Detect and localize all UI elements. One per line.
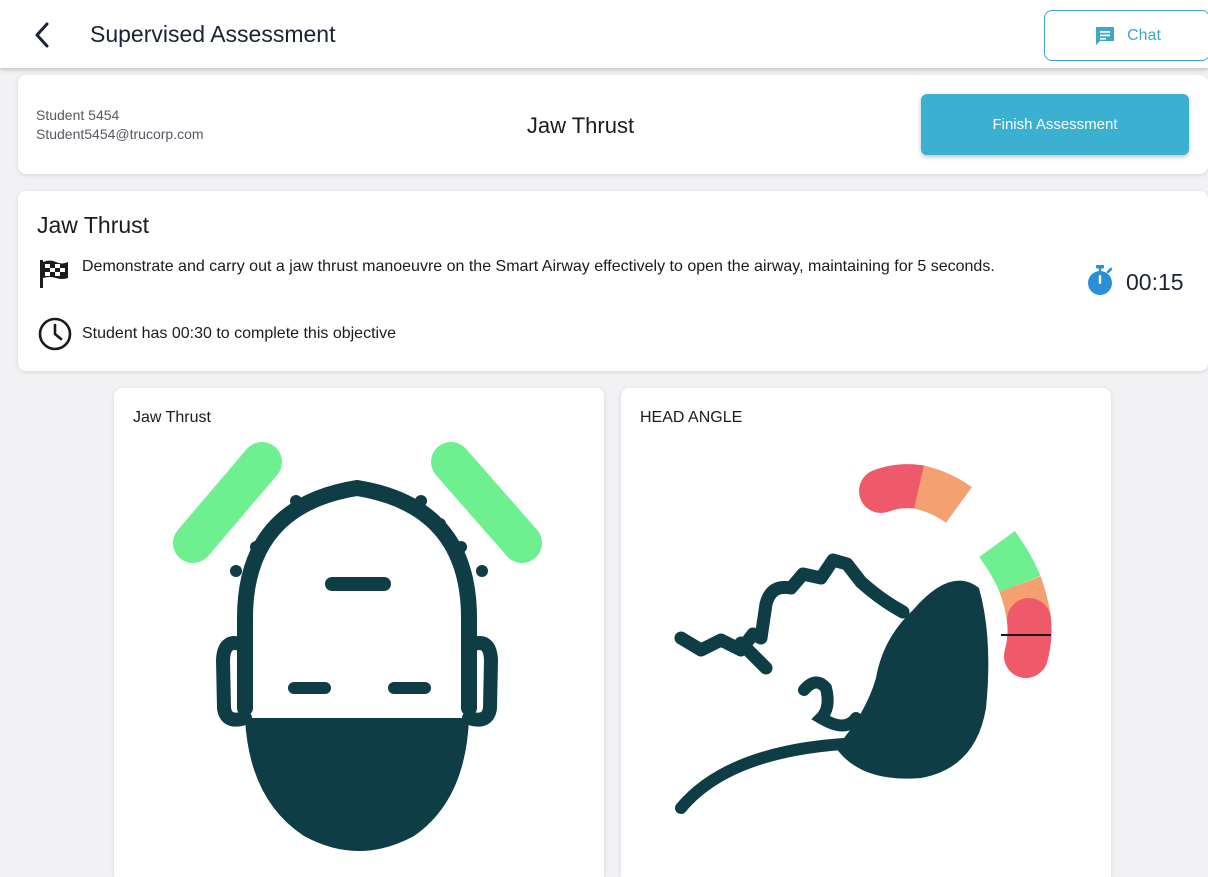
objective-card: Jaw Thrust Demonstrate and carry out a j… (18, 191, 1208, 371)
countdown-timer: 00:15 (1126, 269, 1184, 295)
objective-description: Demonstrate and carry out a jaw thrust m… (82, 258, 995, 275)
checkered-flag-icon (40, 260, 68, 288)
head-angle-gauge-illustration (674, 464, 1052, 814)
page-title: Supervised Assessment (90, 21, 336, 47)
objective-heading: Jaw Thrust (37, 212, 150, 238)
back-button[interactable] (28, 20, 56, 50)
top-bar: Supervised Assessment Chat (0, 0, 1208, 68)
stopwatch-icon (1088, 265, 1113, 295)
finish-assessment-button[interactable]: Finish Assessment (921, 94, 1189, 155)
chevron-left-icon (35, 22, 49, 48)
chat-button[interactable]: Chat (1044, 10, 1208, 61)
student-info-card: Student 5454 Student5454@trucorp.com Jaw… (18, 75, 1208, 174)
objective-time-limit: Student has 00:30 to complete this objec… (82, 325, 396, 342)
clock-icon (38, 317, 72, 351)
chat-label: Chat (1127, 26, 1161, 44)
chat-icon (1096, 26, 1115, 45)
jaw-thrust-head-illustration (173, 442, 542, 851)
head-angle-panel: HEAD ANGLE (621, 388, 1111, 877)
jaw-thrust-panel: Jaw Thrust (114, 388, 604, 877)
